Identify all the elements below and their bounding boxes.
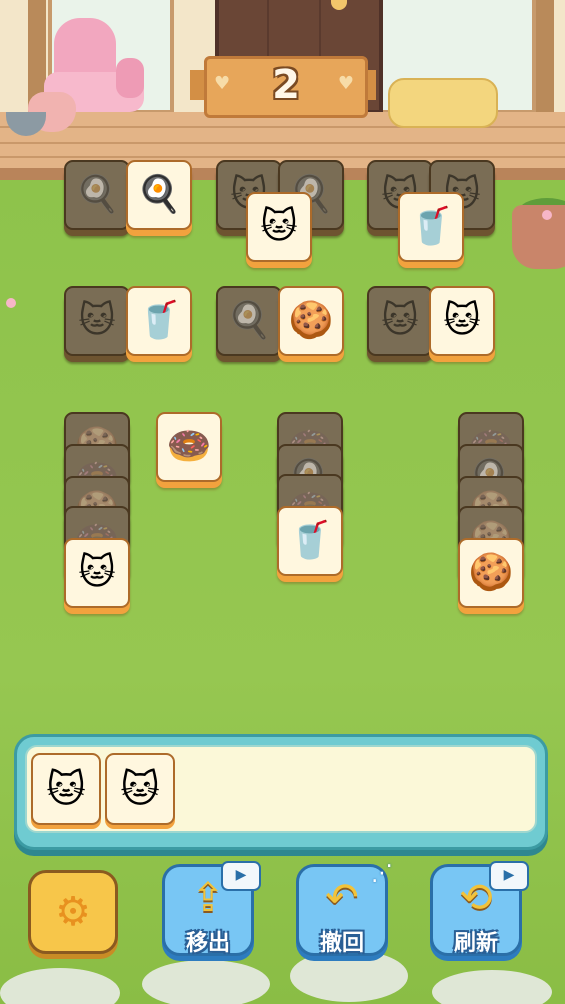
door-knob (331, 0, 347, 10)
board-tile-cookie[interactable]: 🍪 (458, 538, 524, 608)
tile-icon: 🐱 (46, 767, 86, 811)
tray-slots: 🐱 🐱 (25, 745, 537, 833)
move-out-button[interactable]: ⇪ ▶ 移出 (162, 861, 261, 956)
gear-icon: ⚙ (55, 889, 91, 935)
tile-icon: 🥤 (287, 520, 333, 561)
floor-cushion (388, 78, 498, 128)
flower-dot (6, 298, 16, 308)
tile-icon: 🍳 (226, 300, 272, 341)
collection-tray: 🐱 🐱 (14, 734, 548, 850)
stepping-stone (142, 960, 270, 1004)
flower-dot (542, 210, 552, 220)
tile-icon: 🐱 (78, 300, 116, 341)
board-tile-cat-camera: 🐱 (367, 286, 433, 356)
board-tile-cup[interactable]: 🥤 (398, 192, 464, 262)
tray-tile-cat-camera: 🐱 (105, 753, 175, 825)
tile-icon: 🐱 (78, 552, 116, 593)
video-ad-icon: ▶ (221, 861, 261, 891)
level-number: 2 (272, 62, 300, 108)
stepping-stone (290, 950, 408, 1002)
board-tile-egg: 🍳 (64, 160, 130, 230)
game-scene: ♥ ♥ 2 🍳 🍳 🐱 🍳 🐱 🐱 🐱 🥤 🐱 🥤 🍳 🍪 🐱 🐱 🍪 🍩 🍪 … (0, 0, 565, 1004)
undo-label: 撤回 (319, 931, 364, 956)
tile-icon: 🥤 (136, 300, 182, 341)
board-tile-cat-camera[interactable]: 🐱 (64, 538, 130, 608)
board-tile-cat-camera[interactable]: 🐱 (429, 286, 495, 356)
porch-post (536, 0, 554, 118)
move-out-label: 移出 (185, 931, 230, 956)
board-tile-cup[interactable]: 🥤 (277, 506, 343, 576)
tile-icon: 🍳 (136, 174, 182, 215)
settings-button[interactable]: ⚙ (28, 870, 118, 954)
share-icon: ⋰ (371, 861, 393, 886)
tray-tile-cat-camera: 🐱 (31, 753, 101, 825)
tile-icon: 🍪 (288, 300, 334, 341)
board-tile-cup[interactable]: 🥤 (126, 286, 192, 356)
board-tile-donut[interactable]: 🍩 (156, 412, 222, 482)
video-ad-icon: ▶ (489, 861, 529, 891)
level-banner: ♥ ♥ 2 (190, 56, 376, 118)
board-tile-egg[interactable]: 🍳 (126, 160, 192, 230)
tile-icon: 🍳 (74, 174, 120, 215)
tile-icon: 🐱 (381, 300, 419, 341)
tile-icon: 🍪 (468, 552, 514, 593)
board-tile-cookie[interactable]: 🍪 (278, 286, 344, 356)
board-tile-cat-camera: 🐱 (64, 286, 130, 356)
tile-icon: 🐱 (120, 767, 160, 811)
planter (512, 205, 565, 269)
undo-button[interactable]: ↶ ⋰ 撤回 (296, 861, 393, 956)
tile-icon: 🐱 (260, 206, 298, 247)
refresh-button[interactable]: ⟲ ▶ 刷新 (430, 861, 529, 956)
board-tile-egg: 🍳 (216, 286, 282, 356)
refresh-label: 刷新 (453, 931, 498, 956)
tile-icon: 🍩 (166, 426, 212, 467)
tile-icon: 🐱 (443, 300, 481, 341)
board-tile-cat-camera[interactable]: 🐱 (246, 192, 312, 262)
tile-icon: 🥤 (408, 206, 454, 247)
